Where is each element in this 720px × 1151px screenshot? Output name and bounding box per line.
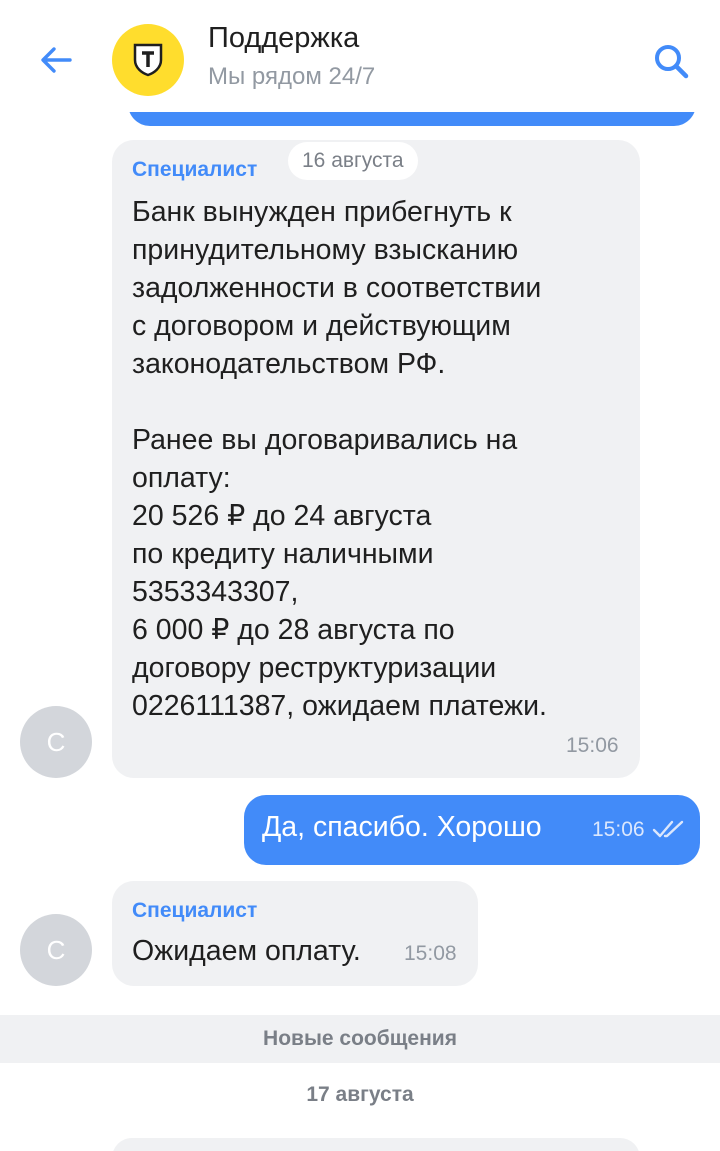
double-check-icon xyxy=(652,820,684,838)
message-time: 15:06 xyxy=(566,734,619,757)
next-message-bubble xyxy=(112,1138,640,1151)
chat-header: Поддержка Мы рядом 24/7 xyxy=(0,0,720,112)
new-messages-divider: Новые сообщения xyxy=(0,1015,720,1063)
arrow-left-icon xyxy=(41,47,72,73)
avatar: С xyxy=(20,706,92,778)
sender-name: Специалист xyxy=(132,158,258,181)
chat-title: Поддержка xyxy=(208,22,360,54)
message-time: 15:06 xyxy=(592,818,645,841)
back-button[interactable] xyxy=(36,40,76,80)
search-button[interactable] xyxy=(648,38,694,84)
avatar: С xyxy=(20,914,92,986)
message-text: Ожидаем оплату. xyxy=(132,935,361,967)
date-separator: 17 августа xyxy=(306,1083,414,1106)
message-text: Банк вынужден прибегнуть к принудительно… xyxy=(132,196,547,722)
search-icon xyxy=(655,45,689,79)
chat-subtitle: Мы рядом 24/7 xyxy=(208,63,376,90)
message-text: Да, спасибо. Хорошо xyxy=(262,811,542,843)
tinkoff-shield-icon xyxy=(133,43,163,77)
message-bubble-outgoing[interactable]: Да, спасибо. Хорошо 15:06 xyxy=(244,795,700,865)
date-chip: 16 августа xyxy=(288,142,418,180)
sender-name: Специалист xyxy=(132,899,258,922)
support-avatar xyxy=(112,24,184,96)
message-time: 15:08 xyxy=(404,942,457,965)
